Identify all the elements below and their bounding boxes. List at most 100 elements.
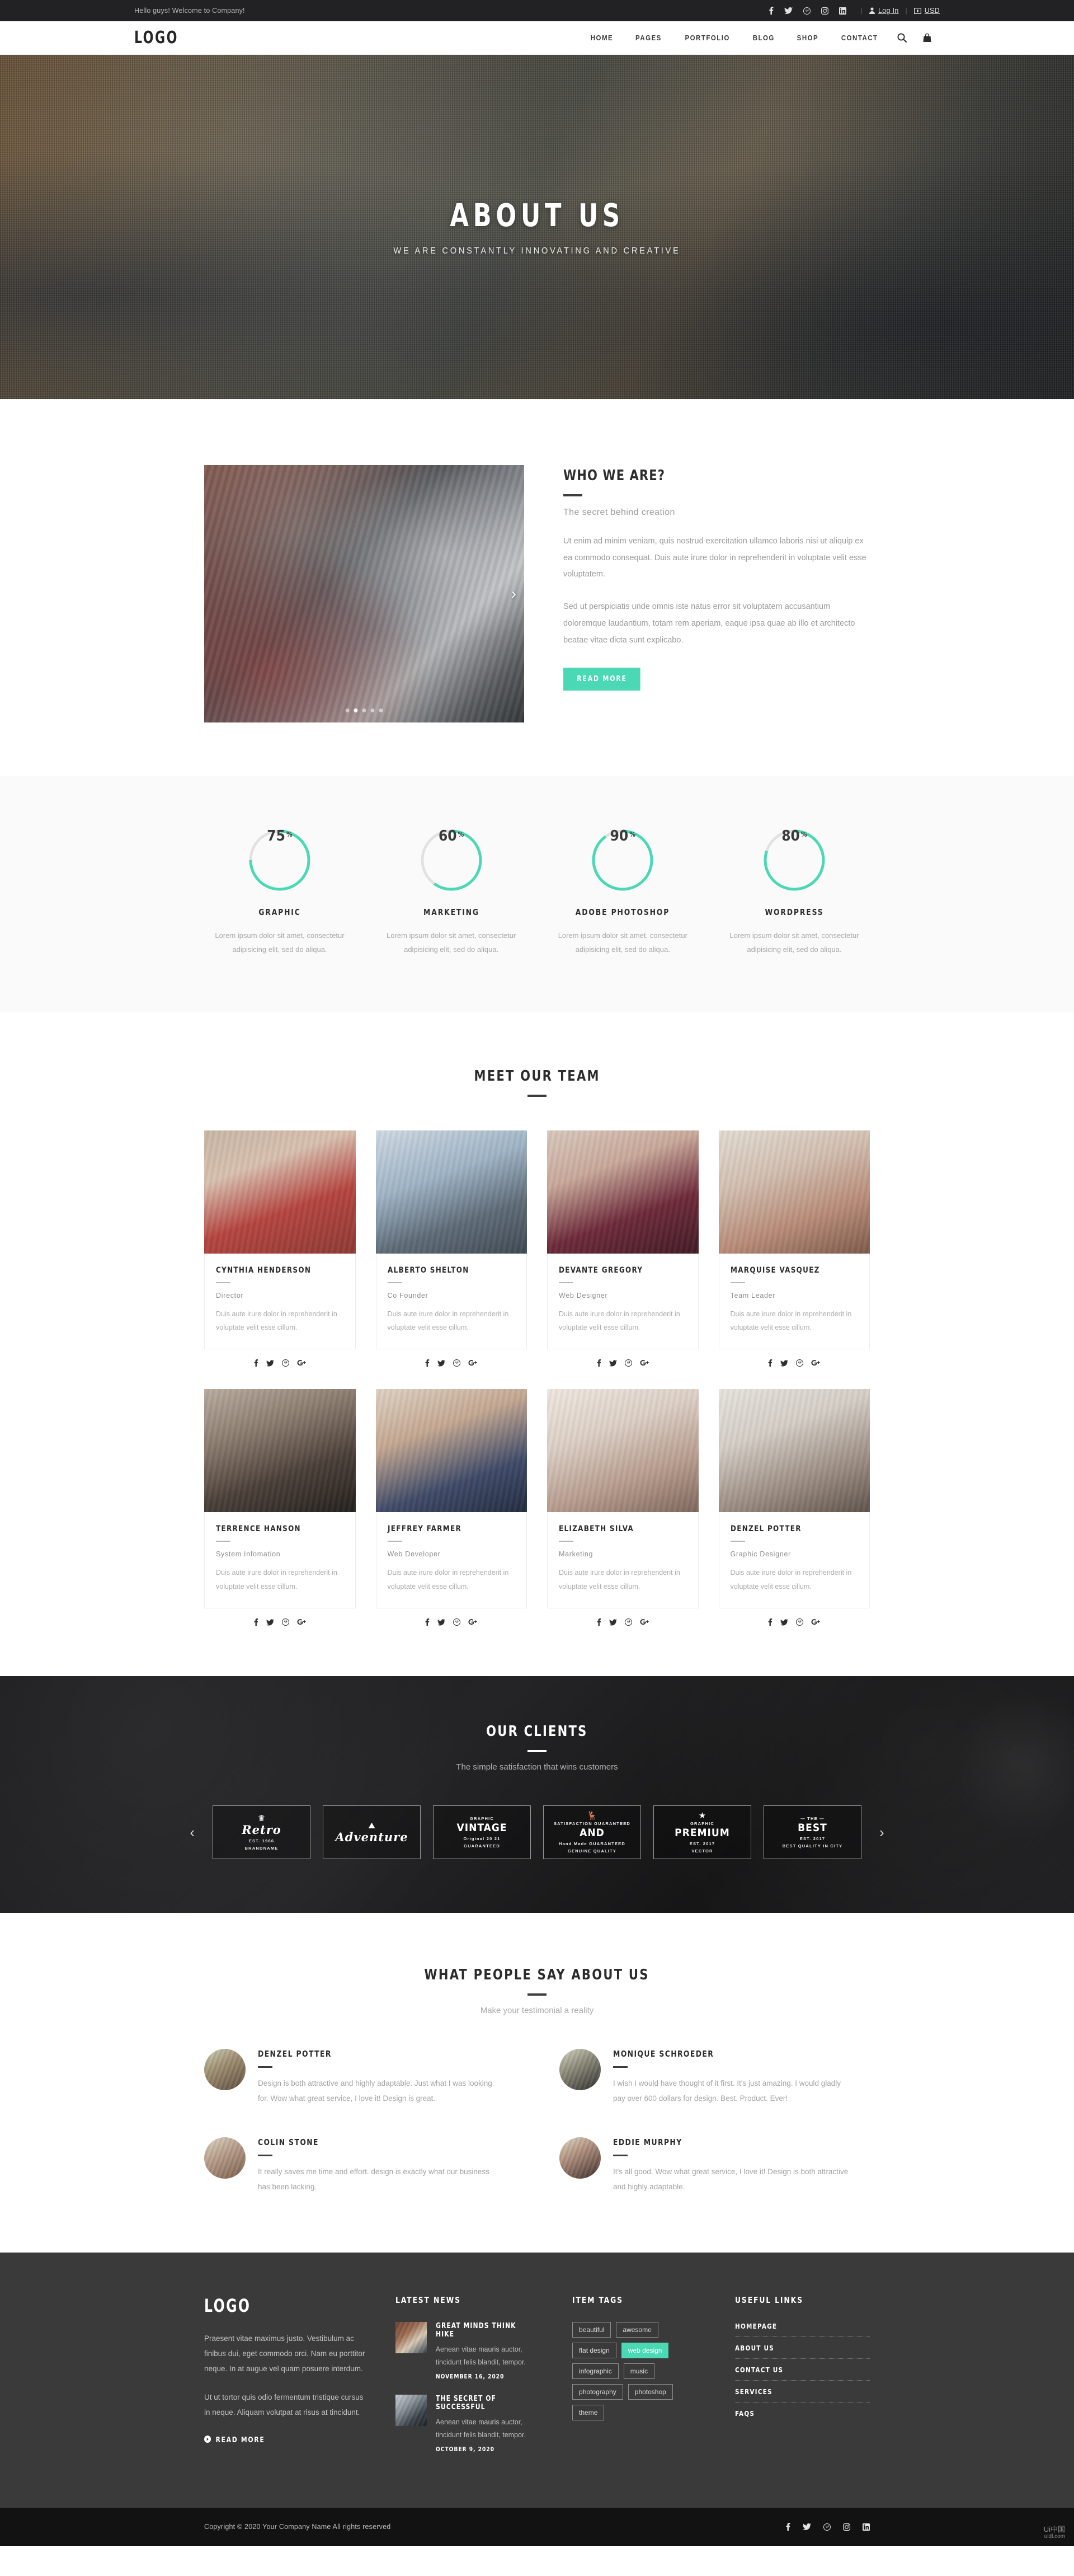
twitter-icon[interactable] (437, 1618, 446, 1626)
team-member-card[interactable]: CYNTHIA HENDERSON Director Duis aute irure… (204, 1130, 356, 1367)
search-icon[interactable] (889, 33, 915, 43)
google-plus-icon[interactable] (811, 1618, 820, 1626)
slider-dot-active[interactable] (354, 708, 358, 712)
footer-logo[interactable]: LOGO (204, 2295, 338, 2316)
tag-theme[interactable]: theme (572, 2405, 605, 2421)
client-logo-card[interactable]: — THE — BEST EST. 2017 BEST QUALITY IN CITY (764, 1805, 861, 1860)
read-more-button[interactable]: READ MORE (563, 668, 641, 691)
linkedin-icon[interactable] (863, 2523, 870, 2531)
team-member-card[interactable]: MARQUISE VASQUEZ Team Leader Duis aute iru… (718, 1130, 870, 1367)
team-member-card[interactable]: TERRENCE HANSON System Infomation Duis aut… (204, 1389, 356, 1626)
footer-link-faqs[interactable]: FAQS (735, 2409, 860, 2424)
instagram-icon[interactable] (843, 2523, 850, 2531)
login-link[interactable]: Log In (869, 7, 899, 15)
news-title[interactable]: GREAT MINDS THINK HIKE (436, 2322, 537, 2339)
pinterest-icon[interactable] (624, 1618, 632, 1626)
footer-link-contact-us[interactable]: CONTACT US (735, 2366, 860, 2380)
news-item[interactable]: GREAT MINDS THINK HIKE Aenean vitae mauri… (395, 2322, 544, 2380)
twitter-icon[interactable] (780, 1618, 789, 1626)
google-plus-icon[interactable] (297, 1618, 306, 1626)
tag-web-design[interactable]: web design (621, 2343, 669, 2359)
client-logo-card[interactable]: ♛ Retro EST. 1966 BRANDNAME (213, 1805, 310, 1860)
google-plus-icon[interactable] (297, 1359, 306, 1367)
footer-link-services[interactable]: SERVICES (735, 2387, 860, 2402)
nav-item-shop[interactable]: SHOP (788, 34, 828, 42)
facebook-icon[interactable] (597, 1618, 601, 1626)
pinterest-icon[interactable] (281, 1359, 289, 1367)
google-plus-icon[interactable] (811, 1359, 820, 1367)
nav-item-pages[interactable]: PAGES (626, 34, 671, 42)
nav-item-blog[interactable]: BLOG (743, 34, 784, 42)
slider-dot[interactable] (370, 708, 375, 712)
twitter-icon[interactable] (784, 7, 793, 14)
donut-chart: 90% (590, 828, 655, 893)
chevron-right-icon[interactable]: › (511, 586, 516, 602)
tag-photography[interactable]: photography (572, 2384, 623, 2400)
pinterest-icon[interactable] (823, 2523, 831, 2531)
team-member-card[interactable]: DENZEL POTTER Graphic Designer Duis aute i… (718, 1389, 870, 1626)
google-plus-icon[interactable] (468, 1359, 477, 1367)
slider-dots[interactable] (345, 708, 383, 712)
facebook-icon[interactable] (425, 1359, 430, 1367)
facebook-icon[interactable] (254, 1618, 258, 1626)
twitter-icon[interactable] (609, 1618, 617, 1626)
pinterest-icon[interactable] (803, 7, 811, 15)
shopping-bag-icon[interactable] (915, 33, 940, 43)
client-logo-card[interactable]: 🦌 SATISFACTION GUARANTEED AND Hand Made GUA… (543, 1805, 641, 1860)
pinterest-icon[interactable] (453, 1618, 461, 1626)
tag-infographic[interactable]: infographic (572, 2363, 619, 2380)
slider-dot[interactable] (362, 708, 366, 712)
team-member-card[interactable]: ELIZABETH SILVA Marketing Duis aute irure … (547, 1389, 699, 1626)
facebook-icon[interactable] (768, 1618, 772, 1626)
google-plus-icon[interactable] (640, 1618, 649, 1626)
linkedin-icon[interactable] (839, 7, 846, 15)
slider-dot[interactable] (379, 708, 383, 712)
facebook-icon[interactable] (254, 1359, 258, 1367)
twitter-icon[interactable] (437, 1359, 446, 1367)
footer-link-about-us[interactable]: ABOUT US (735, 2344, 860, 2358)
clients-next-arrow[interactable]: › (874, 1825, 890, 1840)
footer-link-homepage[interactable]: HOMEPAGE (735, 2322, 860, 2336)
google-plus-icon[interactable] (468, 1618, 477, 1626)
team-member-card[interactable]: DEVANTE GREGORY Web Designer Duis aute iru… (547, 1130, 699, 1367)
pinterest-icon[interactable] (796, 1359, 804, 1367)
facebook-icon[interactable] (425, 1618, 430, 1626)
twitter-icon[interactable] (266, 1618, 274, 1626)
about-image-slider[interactable]: › (204, 465, 524, 722)
nav-item-portfolio[interactable]: PORTFOLIO (676, 34, 739, 42)
news-item[interactable]: THE SECRET OF SUCCESSFUL Aenean vitae mau… (395, 2395, 544, 2453)
client-logo-glyph: 🦌 (587, 1810, 597, 1820)
pinterest-icon[interactable] (453, 1359, 461, 1367)
client-logo-card[interactable]: ★ GRAPHIC PREMIUM EST. 2017 VECTOR (653, 1805, 751, 1860)
instagram-icon[interactable] (821, 7, 828, 15)
client-logo-card[interactable]: ⛰ Adventure (323, 1805, 421, 1860)
site-logo[interactable]: LOGO (134, 28, 178, 48)
nav-item-contact[interactable]: CONTACT (832, 34, 887, 42)
client-logo-card[interactable]: GRAPHIC VINTAGE Original 20 21 GUARANTEED (433, 1805, 531, 1860)
google-plus-icon[interactable] (640, 1359, 649, 1367)
tag-music[interactable]: music (623, 2363, 655, 2380)
twitter-icon[interactable] (266, 1359, 274, 1367)
twitter-icon[interactable] (780, 1359, 789, 1367)
facebook-icon[interactable] (768, 1359, 772, 1367)
pinterest-icon[interactable] (281, 1618, 289, 1626)
currency-selector[interactable]: USD (913, 7, 940, 15)
slider-dot[interactable] (345, 708, 350, 712)
facebook-icon[interactable] (597, 1359, 601, 1367)
clients-prev-arrow[interactable]: ‹ (184, 1825, 200, 1840)
team-member-card[interactable]: ALBERTO SHELTON Co Founder Duis aute irure… (375, 1130, 527, 1367)
tag-photoshop[interactable]: photoshop (628, 2384, 673, 2400)
pinterest-icon[interactable] (624, 1359, 632, 1367)
tag-beautiful[interactable]: beautiful (572, 2322, 611, 2338)
facebook-icon[interactable] (786, 2523, 790, 2531)
nav-item-home[interactable]: HOME (581, 34, 623, 42)
pinterest-icon[interactable] (796, 1618, 804, 1626)
team-member-card[interactable]: JEFFREY FARMER Web Developer Duis aute iru… (375, 1389, 527, 1626)
footer-read-more-link[interactable]: READ MORE (204, 2436, 265, 2445)
twitter-icon[interactable] (803, 2523, 811, 2531)
twitter-icon[interactable] (609, 1359, 617, 1367)
tag-awesome[interactable]: awesome (616, 2322, 658, 2338)
news-title[interactable]: THE SECRET OF SUCCESSFUL (436, 2395, 537, 2411)
tag-flat-design[interactable]: flat design (572, 2343, 616, 2359)
facebook-icon[interactable] (769, 7, 774, 15)
